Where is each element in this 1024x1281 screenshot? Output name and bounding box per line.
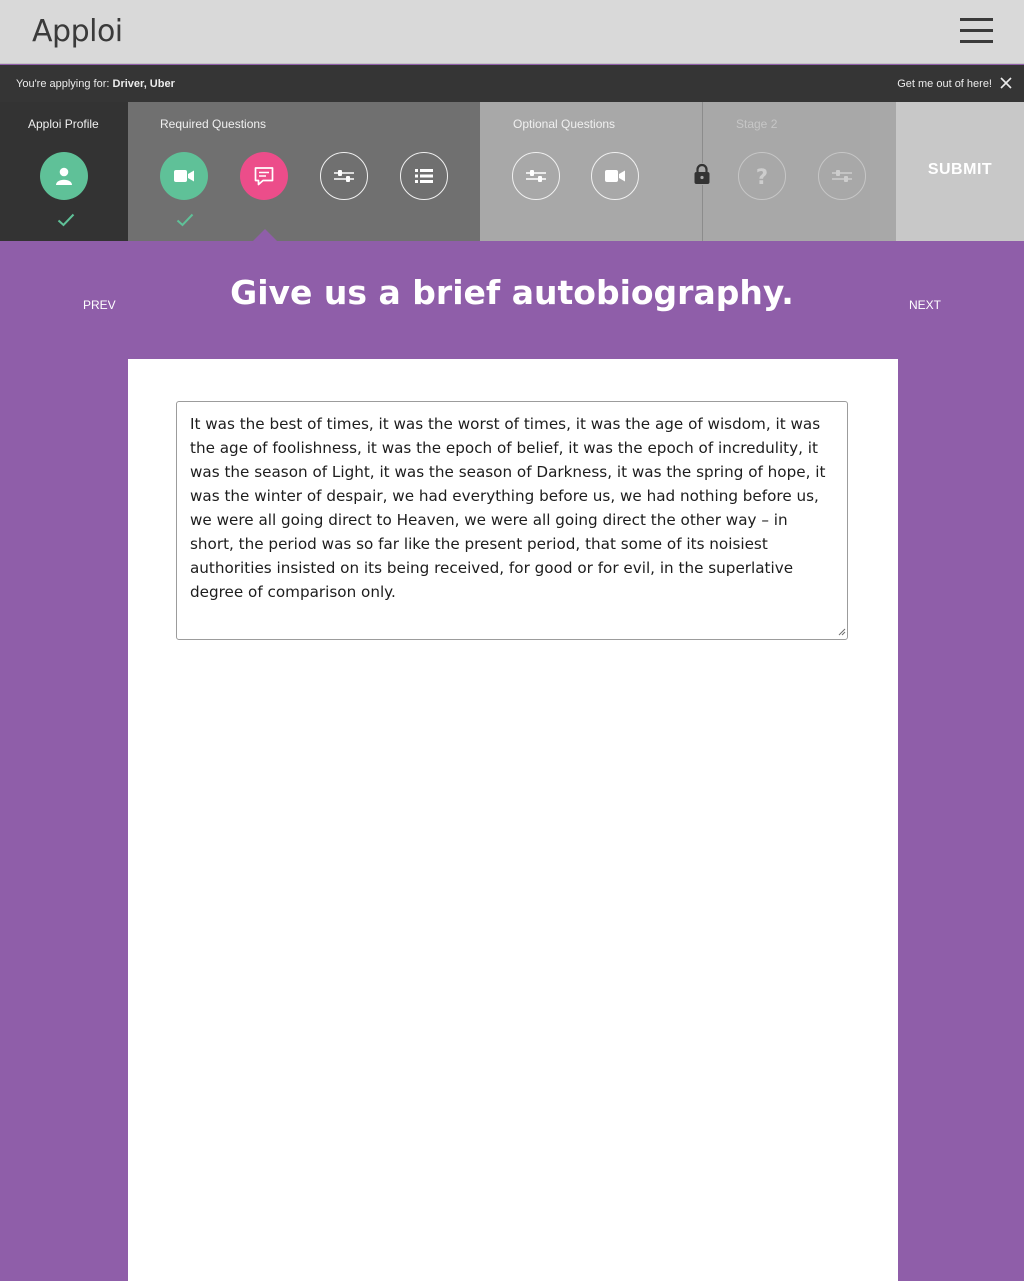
video-camera-icon — [174, 170, 194, 182]
hamburger-menu-icon[interactable] — [960, 18, 994, 44]
step-stage2-question: ? — [738, 152, 786, 200]
next-button[interactable]: NEXT — [909, 298, 941, 312]
close-icon[interactable] — [998, 75, 1014, 91]
user-icon — [56, 167, 72, 185]
section-profile: Apploi Profile — [0, 102, 128, 241]
step-required-text[interactable] — [240, 152, 288, 200]
section-title-stage2: Stage 2 — [736, 117, 778, 131]
answer-textarea[interactable]: It was the best of times, it was the wor… — [176, 401, 848, 640]
step-required-list[interactable] — [400, 152, 448, 200]
sliders-icon — [832, 170, 852, 182]
list-icon — [415, 169, 433, 183]
section-title-profile: Apploi Profile — [28, 117, 99, 131]
sliders-icon — [526, 170, 546, 182]
step-profile[interactable] — [40, 152, 88, 200]
step-required-video[interactable] — [160, 152, 208, 200]
submit-button[interactable]: SUBMIT — [896, 102, 1024, 241]
top-header: Apploi — [0, 0, 1024, 64]
prev-button[interactable]: PREV — [83, 298, 116, 312]
check-icon — [176, 213, 194, 227]
submit-label: SUBMIT — [927, 160, 993, 178]
lock-icon — [692, 163, 712, 185]
video-camera-icon — [605, 170, 625, 182]
section-optional: Optional Questions — [480, 102, 702, 241]
apploi-logo[interactable]: Apploi — [32, 14, 123, 49]
step-optional-sliders[interactable] — [512, 152, 560, 200]
section-title-optional: Optional Questions — [513, 117, 616, 131]
step-required-sliders[interactable] — [320, 152, 368, 200]
step-optional-video[interactable] — [591, 152, 639, 200]
check-icon — [57, 213, 75, 227]
section-stage2: Stage 2 ? — [702, 102, 896, 241]
resize-grip-icon[interactable] — [836, 626, 846, 636]
exit-application-link[interactable]: Get me out of here! — [897, 78, 992, 90]
question-title: Give us a brief autobiography. — [230, 273, 794, 312]
applying-prefix: You're applying for: — [16, 78, 110, 90]
job-title: Driver, Uber — [112, 78, 175, 90]
application-steps: Apploi Profile Required Questions Option… — [0, 102, 1024, 241]
svg-text:?: ? — [756, 165, 768, 187]
applying-for-text: You're applying for: Driver, Uber — [16, 78, 175, 90]
section-title-required: Required Questions — [160, 117, 267, 131]
step-stage2-sliders — [818, 152, 866, 200]
text-message-icon — [254, 167, 274, 186]
active-step-pointer — [253, 229, 277, 241]
applying-bar: You're applying for: Driver, Uber Get me… — [0, 65, 1024, 102]
section-required: Required Questions — [128, 102, 480, 241]
sliders-icon — [334, 170, 354, 182]
question-mark-icon: ? — [756, 165, 768, 187]
